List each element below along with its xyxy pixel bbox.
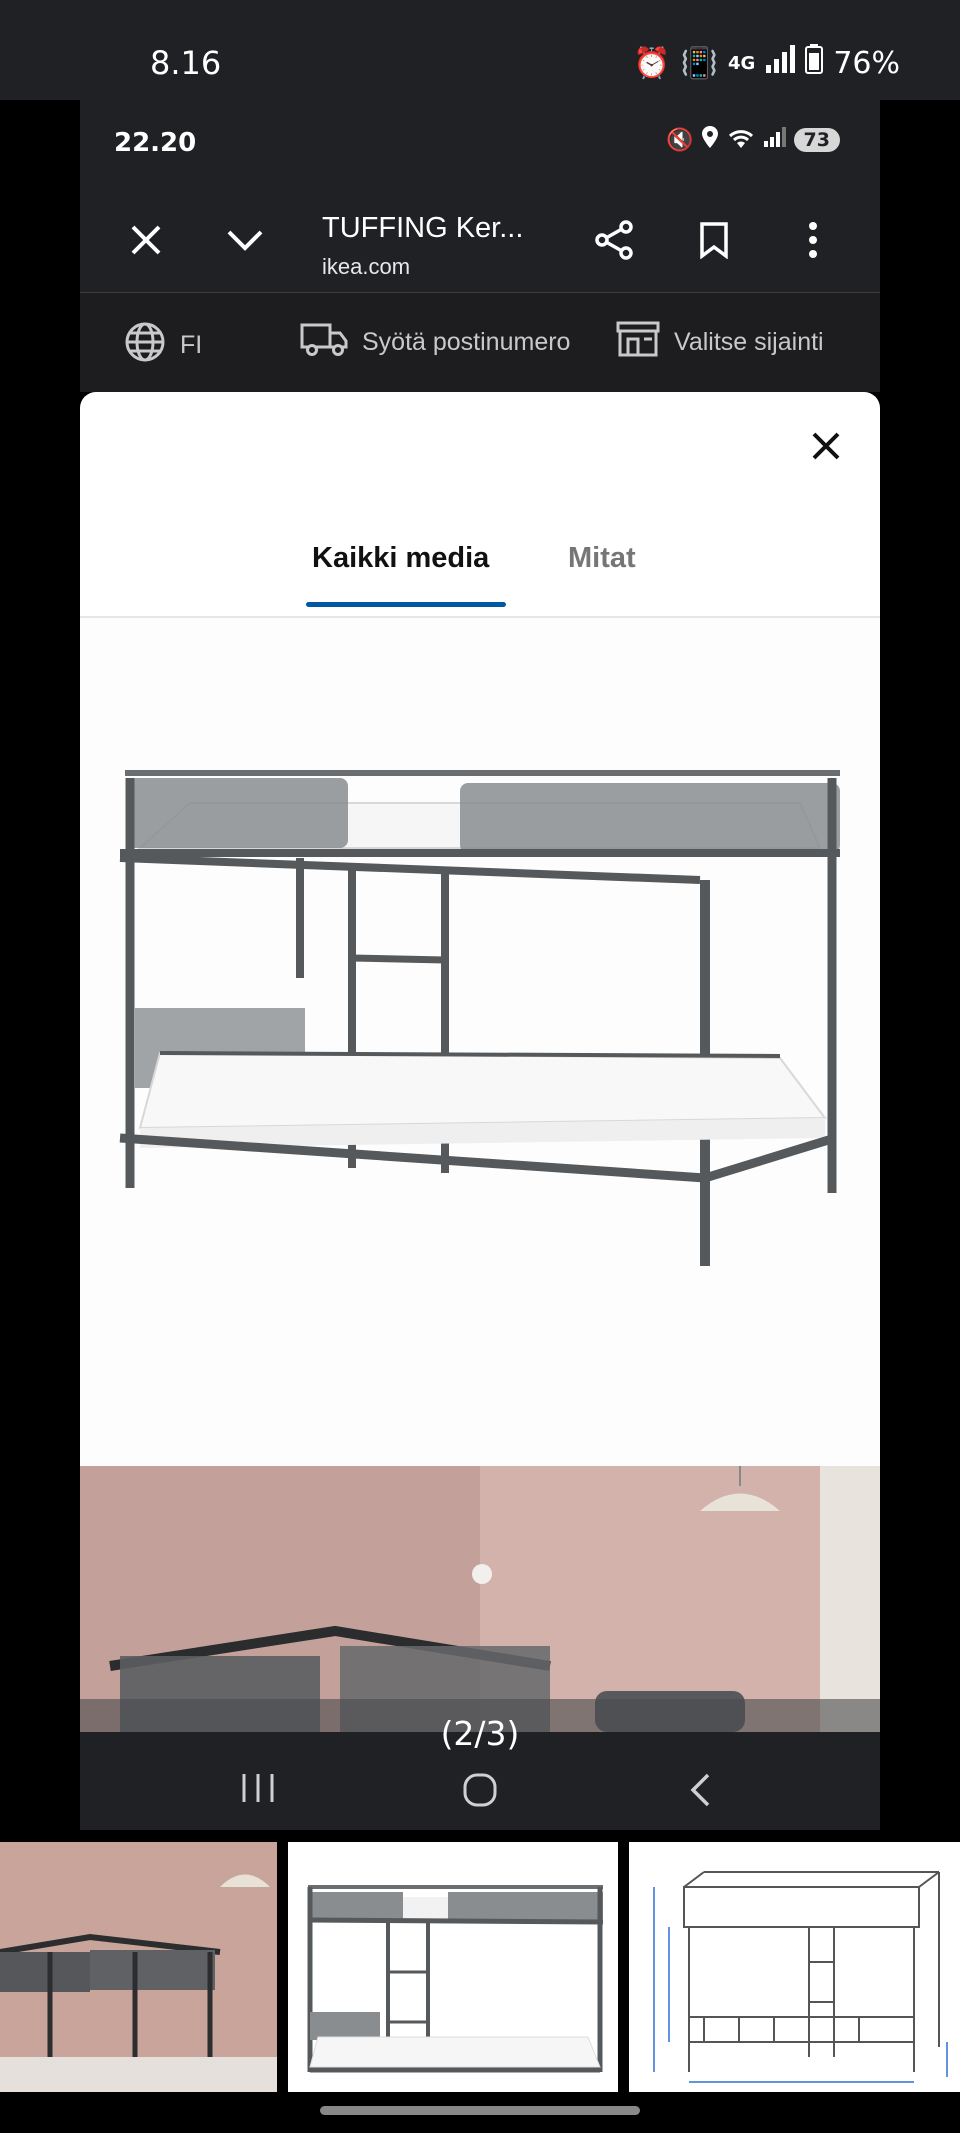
page-domain: ikea.com [322, 254, 411, 279]
image-counter: (2/3) [440, 1714, 520, 1753]
close-icon[interactable] [802, 422, 850, 470]
thumbnail-product[interactable] [288, 1842, 618, 2092]
more-vert-icon[interactable] [785, 212, 841, 268]
page-title[interactable]: TUFFING Ker... [322, 212, 523, 245]
thumbnail-dimensions-drawing[interactable] [629, 1842, 960, 2092]
thumbnail-strip [0, 1842, 960, 2092]
outer-status-bar: 8.16 ⏰ 📳 4G 76% [0, 0, 960, 100]
globe-icon [124, 321, 166, 370]
battery-percent: 76% [833, 45, 900, 81]
inner-status-bar: 22.20 🔇 73 [80, 100, 880, 182]
product-image-bunk-bed[interactable] [80, 618, 880, 1466]
battery-icon [805, 44, 824, 82]
bookmark-icon[interactable] [686, 212, 742, 268]
inner-clock: 22.20 [114, 128, 197, 158]
location-label: Valitse sijainti [674, 328, 824, 356]
ikea-utility-bar: FI Syötä postinumero Valitse sijainti [80, 293, 880, 392]
share-icon[interactable] [586, 212, 642, 268]
outer-status-icons: ⏰ 📳 4G 76% [633, 44, 900, 82]
recents-icon[interactable] [240, 1772, 276, 1809]
back-icon[interactable] [688, 1772, 712, 1813]
home-icon[interactable] [462, 1772, 498, 1813]
network-type-icon: 4G [728, 52, 756, 74]
battery-badge: 73 [793, 128, 840, 152]
postcode-selector[interactable]: Syötä postinumero [300, 321, 570, 364]
mute-icon: 🔇 [666, 127, 694, 153]
location-selector[interactable]: Valitse sijainti [616, 321, 824, 364]
tab-all-media[interactable]: Kaikki media [312, 542, 489, 575]
truck-icon [300, 321, 348, 364]
media-modal: Kaikki media Mitat [80, 392, 880, 1732]
inner-status-icons: 🔇 73 [666, 126, 840, 154]
wifi-icon [726, 126, 756, 154]
alarm-icon: ⏰ [633, 45, 671, 81]
store-icon [616, 321, 660, 364]
location-icon [701, 126, 718, 154]
language-label: FI [180, 331, 203, 359]
signal-icon [763, 127, 786, 153]
close-icon[interactable] [118, 212, 174, 268]
tab-dimensions[interactable]: Mitat [568, 542, 636, 575]
inner-screenshot: 22.20 🔇 73 TUFFING Ker... ikea.com FI Sy… [80, 100, 880, 1830]
room-scene-image[interactable] [80, 1466, 880, 1732]
outer-clock: 8.16 [150, 44, 222, 82]
postcode-label: Syötä postinumero [362, 328, 571, 356]
browser-toolbar: TUFFING Ker... ikea.com [80, 182, 880, 293]
chevron-down-icon[interactable] [217, 212, 273, 268]
thumbnail-room[interactable] [0, 1842, 277, 2092]
vibrate-icon: 📳 [680, 45, 718, 81]
signal-icon [765, 45, 796, 81]
media-tabs: Kaikki media Mitat [80, 522, 880, 618]
language-selector[interactable]: FI [124, 321, 202, 370]
home-indicator[interactable] [320, 2106, 640, 2115]
active-tab-indicator [306, 602, 506, 607]
